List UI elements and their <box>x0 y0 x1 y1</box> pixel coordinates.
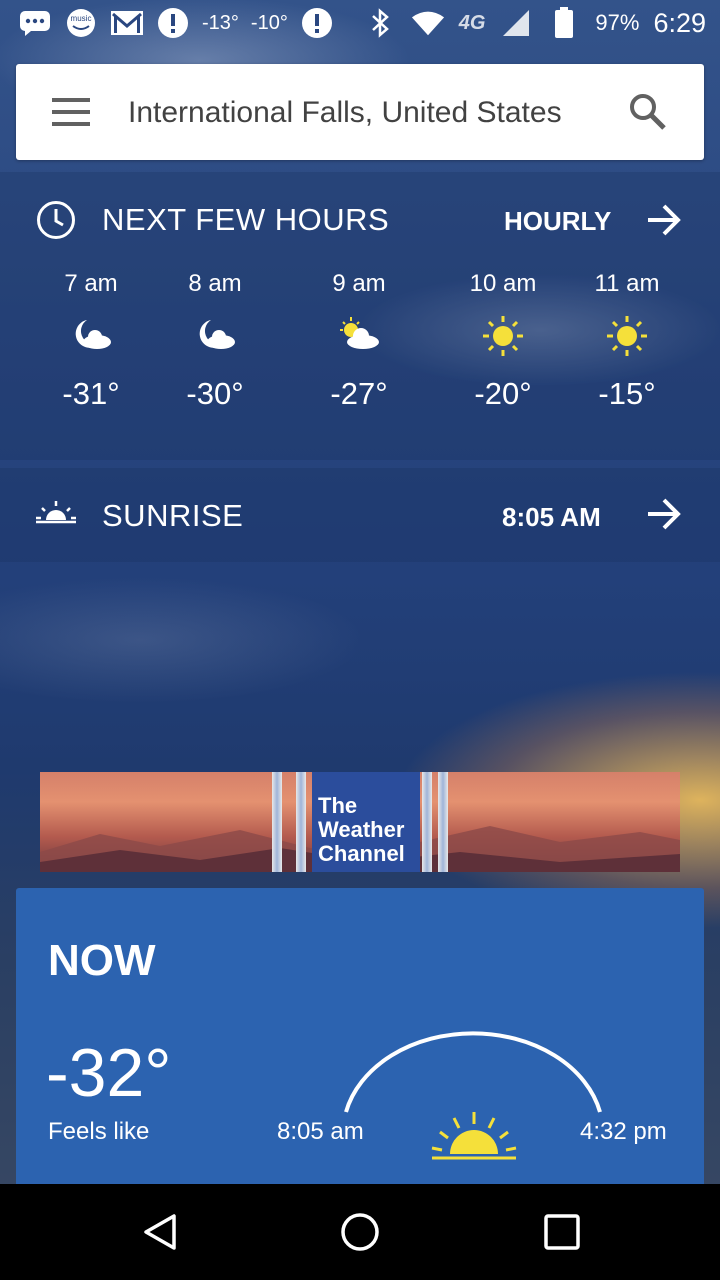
gmail-icon <box>110 6 144 40</box>
now-card[interactable]: NOW -32° Feels like 8:05 am 4:32 pm <box>16 888 704 1208</box>
back-icon[interactable] <box>140 1212 180 1252</box>
hour-temp: -27° <box>330 376 388 411</box>
logo-line: The <box>318 793 358 818</box>
sunrise-panel[interactable]: SUNRISE 8:05 AM <box>0 468 720 562</box>
home-icon[interactable] <box>340 1212 380 1252</box>
status-bar: music -13° -10° 4G 97% 6:29 <box>0 0 720 48</box>
recents-icon[interactable] <box>542 1212 582 1252</box>
amazon-music-icon: music <box>64 6 98 40</box>
ad-strip <box>422 772 432 872</box>
clock: 6:29 <box>653 7 706 38</box>
signal-icon <box>499 6 533 40</box>
sun-cloud-icon <box>335 312 383 360</box>
sunset-time-label: 4:32 pm <box>580 1118 667 1145</box>
sunrise-arrow-icon[interactable] <box>646 496 682 532</box>
hour-temp: -15° <box>598 376 656 411</box>
status-temp-right: -10° <box>250 11 288 34</box>
bluetooth-icon <box>363 6 397 40</box>
network-type: 4G <box>458 11 486 34</box>
hour-forecast-item[interactable]: 9 am -27° <box>304 270 414 412</box>
hour-time: 9 am <box>332 270 386 297</box>
hour-forecast-item[interactable]: 11 am -15° <box>572 270 682 412</box>
ad-strip <box>296 772 306 872</box>
logo-line: Weather <box>318 817 405 842</box>
battery-percent: 97% <box>595 10 640 35</box>
sun-icon <box>603 312 651 360</box>
svg-text:music: music <box>71 14 92 23</box>
battery-icon <box>547 6 581 40</box>
ad-strip <box>272 772 282 872</box>
next-few-hours-title: NEXT FEW HOURS <box>102 202 390 237</box>
feels-like-label: Feels like <box>48 1118 150 1145</box>
sun-icon <box>479 312 527 360</box>
hour-forecast-item[interactable]: 8 am -30° <box>160 270 270 412</box>
alert-icon <box>156 6 190 40</box>
hour-time: 11 am <box>594 270 660 297</box>
hour-temp: -20° <box>474 376 532 411</box>
hour-time: 10 am <box>469 270 537 297</box>
logo-line: Channel <box>318 841 405 866</box>
android-nav-bar <box>0 1184 720 1280</box>
sunrise-time[interactable]: 8:05 AM <box>502 502 601 533</box>
current-temperature: -32° <box>46 1035 172 1111</box>
hourly-link[interactable]: HOURLY <box>504 206 611 237</box>
hour-time: 8 am <box>188 270 242 297</box>
clock-icon <box>36 200 76 240</box>
weather-channel-logo: The Weather Channel <box>312 772 420 872</box>
moon-cloud-icon <box>67 312 115 360</box>
ad-banner[interactable]: The Weather Channel <box>40 772 680 872</box>
location-search-bar[interactable]: International Falls, United States <box>16 64 704 160</box>
hour-forecast-item[interactable]: 10 am -20° <box>448 270 558 412</box>
menu-icon[interactable] <box>52 98 90 126</box>
sunrise-time-label: 8:05 am <box>277 1118 364 1145</box>
hour-temp: -31° <box>62 376 120 411</box>
sunrise-icon <box>34 498 78 528</box>
hour-temp: -30° <box>186 376 244 411</box>
location-name[interactable]: International Falls, United States <box>128 96 562 130</box>
status-temp-left: -13° <box>202 11 239 34</box>
hour-time: 7 am <box>64 270 118 297</box>
messages-icon <box>18 6 52 40</box>
wifi-icon <box>411 6 445 40</box>
sun-icon <box>431 1112 517 1160</box>
search-icon[interactable] <box>628 92 668 132</box>
now-title: NOW <box>48 936 156 985</box>
sunrise-title: SUNRISE <box>102 498 244 533</box>
ad-strip <box>438 772 448 872</box>
hourly-arrow-icon[interactable] <box>646 202 682 238</box>
moon-cloud-icon <box>191 312 239 360</box>
hour-forecast-item[interactable]: 7 am -31° <box>36 270 146 412</box>
alert-icon <box>300 6 334 40</box>
next-few-hours-panel: NEXT FEW HOURS HOURLY 7 am -31° 8 am -30… <box>0 172 720 460</box>
